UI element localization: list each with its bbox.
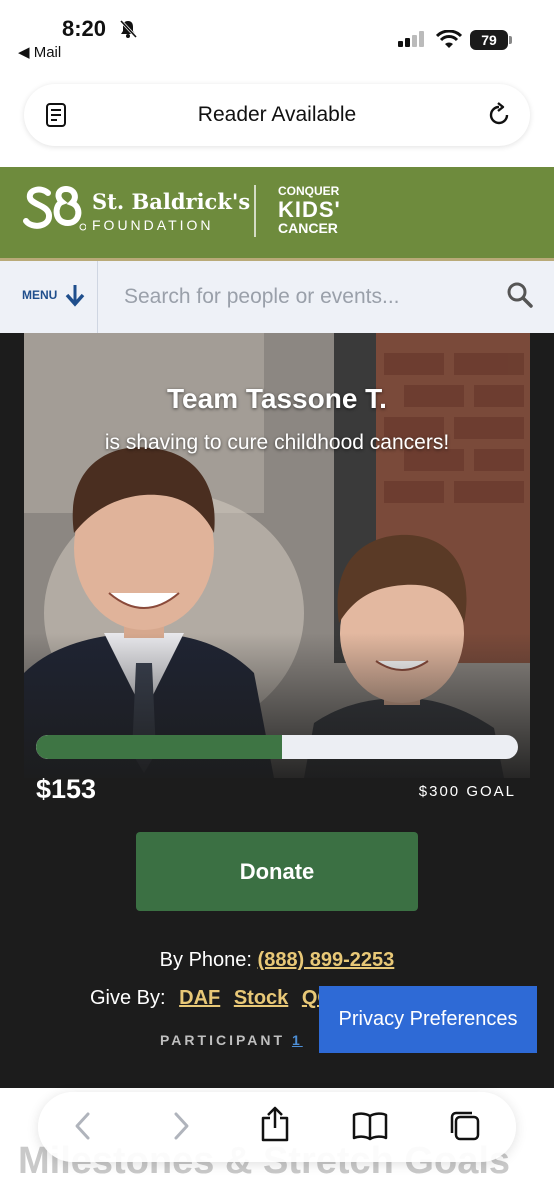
search-icon[interactable] bbox=[506, 281, 534, 314]
participant-label: PARTICIPANT bbox=[160, 1032, 286, 1048]
tabs-icon[interactable] bbox=[448, 1109, 482, 1148]
give-prefix: Give By: bbox=[90, 987, 166, 1009]
tagline-top: CONQUER bbox=[278, 184, 340, 198]
reload-icon[interactable] bbox=[486, 102, 512, 133]
fundraising-progress-bar bbox=[36, 735, 518, 759]
participant-number-link[interactable]: 1 bbox=[292, 1032, 303, 1048]
silent-bell-icon bbox=[118, 19, 138, 44]
give-daf-link[interactable]: DAF bbox=[179, 987, 220, 1009]
forward-icon[interactable] bbox=[170, 1110, 192, 1147]
org-name: St. Baldrick's bbox=[92, 189, 251, 214]
back-to-app-link[interactable]: ◀ Mail bbox=[18, 43, 61, 61]
fundraising-goal: $300 GOAL bbox=[418, 783, 516, 800]
bookmarks-icon[interactable] bbox=[352, 1110, 388, 1147]
arrow-down-icon bbox=[64, 283, 86, 312]
status-time: 8:20 bbox=[62, 16, 107, 41]
site-header: St. Baldrick's FOUNDATION CONQUER KIDS' … bbox=[0, 167, 554, 258]
share-icon[interactable] bbox=[260, 1106, 290, 1147]
signal-icon bbox=[398, 31, 426, 47]
search-input[interactable] bbox=[110, 275, 490, 319]
give-stock-link[interactable]: Stock bbox=[234, 987, 288, 1009]
tagline-bottom: CANCER bbox=[278, 220, 338, 236]
phone-prefix: By Phone: bbox=[159, 949, 252, 971]
participant-count: PARTICIPANT 1 bbox=[160, 1032, 303, 1048]
progress-fill bbox=[36, 735, 282, 759]
battery-indicator: 79 bbox=[470, 30, 508, 50]
team-name: Team Tassone T. bbox=[167, 383, 387, 414]
address-bar[interactable]: Reader Available bbox=[24, 84, 530, 146]
give-by-line: Give By: DAF Stock QCD bbox=[90, 987, 346, 1010]
search-row: MENU bbox=[0, 261, 554, 333]
battery-cap bbox=[509, 36, 512, 44]
org-sub: FOUNDATION bbox=[92, 217, 214, 233]
menu-label: MENU bbox=[22, 288, 58, 302]
amount-raised: $153 bbox=[36, 774, 97, 804]
browser-toolbar bbox=[38, 1092, 516, 1162]
privacy-preferences-button[interactable]: Privacy Preferences bbox=[319, 986, 537, 1053]
back-icon[interactable] bbox=[72, 1110, 94, 1147]
donate-button[interactable]: Donate bbox=[136, 832, 418, 911]
phone-line: By Phone: (888) 899-2253 bbox=[0, 949, 554, 972]
hero-gradient bbox=[0, 633, 554, 793]
menu-button[interactable]: MENU bbox=[0, 261, 98, 333]
address-bar-text: Reader Available bbox=[197, 103, 357, 126]
logo-icon[interactable] bbox=[22, 183, 87, 240]
status-bar: 8:20 ◀ Mail 79 bbox=[0, 0, 554, 70]
phone-link[interactable]: (888) 899-2253 bbox=[258, 949, 395, 971]
logo-divider bbox=[254, 185, 256, 237]
team-subtitle: is shaving to cure childhood cancers! bbox=[104, 431, 450, 454]
team-hero: Team Tassone T. is shaving to cure child… bbox=[0, 333, 554, 1088]
wifi-icon bbox=[435, 29, 463, 55]
